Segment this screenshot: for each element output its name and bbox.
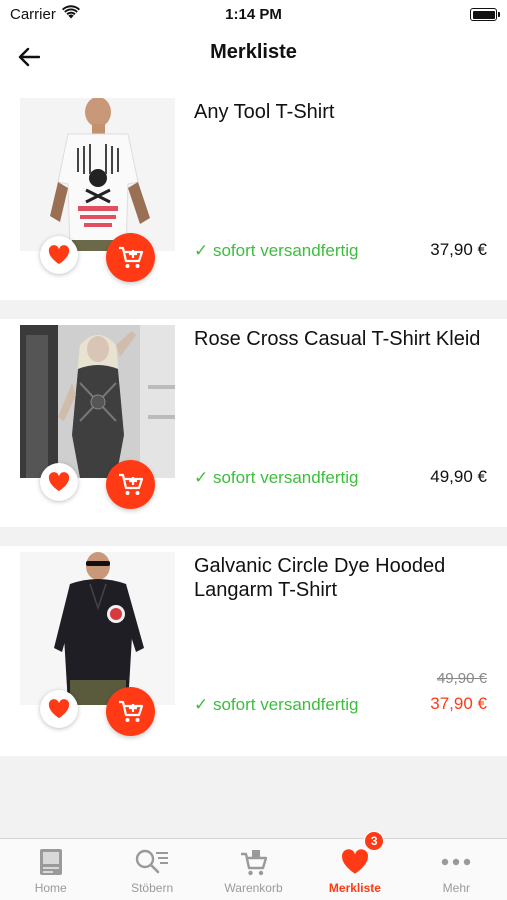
cart-plus-icon (118, 473, 143, 495)
stock-status: ✓ sofort versandfertig (194, 695, 359, 714)
stock-status: ✓ sofort versandfertig (194, 241, 359, 260)
tab-label: Merkliste (328, 881, 381, 895)
tab-label: Mehr (442, 881, 470, 895)
product-name[interactable]: Rose Cross Casual T-Shirt Kleid (194, 327, 484, 351)
tab-bar: Home Stöbern Warenkorb 3 Merkliste Mehr (0, 831, 507, 900)
product-image[interactable] (20, 98, 175, 251)
wishlist-item[interactable]: Galvanic Circle Dye Hooded Langarm T-Shi… (0, 546, 507, 756)
cart-plus-icon (118, 700, 143, 722)
tab-label: Home (34, 881, 67, 895)
heart-icon (48, 245, 70, 265)
tab-home[interactable]: Home (0, 839, 101, 900)
clock: 1:14 PM (225, 6, 282, 23)
wishlist-item[interactable]: Rose Cross Casual T-Shirt Kleid ✓ sofort… (0, 319, 507, 527)
status-bar: Carrier 1:14 PM (0, 0, 507, 30)
product-price: 49,90 € (430, 467, 487, 486)
tab-wishlist[interactable]: 3 Merkliste (304, 831, 405, 900)
cart-plus-icon (118, 246, 143, 268)
more-icon (440, 847, 472, 877)
original-price: 49,90 € (436, 670, 487, 687)
tab-browse[interactable]: Stöbern (101, 839, 202, 900)
product-name[interactable]: Any Tool T-Shirt (194, 100, 484, 124)
product-image[interactable] (20, 325, 175, 478)
product-name[interactable]: Galvanic Circle Dye Hooded Langarm T-Shi… (194, 554, 484, 602)
tab-more[interactable]: Mehr (406, 839, 507, 900)
tab-label: Warenkorb (224, 881, 283, 895)
battery-icon (470, 8, 500, 21)
heart-icon (341, 847, 369, 877)
home-icon (39, 847, 63, 877)
add-to-cart-button[interactable] (106, 687, 155, 736)
wishlist-toggle-button[interactable] (40, 690, 78, 728)
product-image[interactable] (20, 552, 175, 705)
wishlist-toggle-button[interactable] (40, 236, 78, 274)
heart-icon (48, 699, 70, 719)
add-to-cart-button[interactable] (106, 233, 155, 282)
page-title: Merkliste (210, 41, 297, 63)
tab-label: Stöbern (131, 881, 174, 895)
add-to-cart-button[interactable] (106, 460, 155, 509)
nav-bar: Merkliste (0, 30, 507, 92)
tab-cart[interactable]: Warenkorb (203, 839, 304, 900)
wishlist: Any Tool T-Shirt ✓ sofort versandfertig … (0, 92, 507, 756)
wishlist-count-badge: 3 (364, 831, 385, 851)
heart-icon (48, 472, 70, 492)
product-price: 37,90 € (430, 240, 487, 259)
wishlist-toggle-button[interactable] (40, 463, 78, 501)
wishlist-item[interactable]: Any Tool T-Shirt ✓ sofort versandfertig … (0, 92, 507, 300)
stock-status: ✓ sofort versandfertig (194, 468, 359, 487)
cart-icon (240, 847, 268, 877)
search-list-icon (134, 847, 170, 877)
sale-price: 37,90 € (430, 694, 487, 713)
